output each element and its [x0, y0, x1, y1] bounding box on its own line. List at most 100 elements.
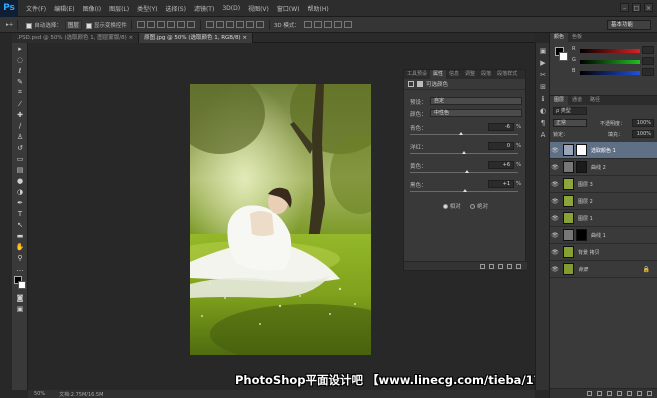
tab-swatches[interactable]: 色板	[568, 33, 586, 42]
move-tool-icon[interactable]: ▸	[12, 43, 28, 54]
yellow-slider-thumb[interactable]	[465, 170, 469, 173]
tab-tool-presets[interactable]: 工具预设	[404, 70, 430, 79]
layer-row[interactable]: 👁 图层 1	[550, 210, 657, 227]
path-select-tool-icon[interactable]: ↖	[12, 219, 28, 230]
quick-select-tool-icon[interactable]: ✎	[12, 76, 28, 87]
tab-psd[interactable]: .PSD.psd @ 50% (选取颜色 1, 图层蒙版/8) ×	[12, 33, 140, 43]
layer-row[interactable]: 👁 曲线 1	[550, 227, 657, 244]
tool-presets-icon[interactable]: ✂	[536, 69, 550, 81]
workspace-dropdown[interactable]: 基本功能	[607, 20, 651, 30]
eye-icon[interactable]: 👁	[550, 164, 560, 171]
menu-image[interactable]: 图像(I)	[79, 4, 105, 13]
align-vcenter-icon[interactable]	[146, 21, 155, 28]
tab-properties[interactable]: 属性	[430, 70, 447, 79]
cyan-slider-track[interactable]	[410, 134, 518, 135]
blue-slider[interactable]	[580, 71, 640, 75]
menu-edit[interactable]: 编辑(E)	[50, 4, 78, 13]
preset-dropdown[interactable]: 自定	[430, 97, 522, 105]
red-value-field[interactable]	[642, 46, 654, 54]
layer-row[interactable]: 👁 图层 2	[550, 193, 657, 210]
distribute-right-icon[interactable]	[255, 21, 264, 28]
adjustments-icon[interactable]: ◐	[536, 105, 550, 117]
magenta-slider-thumb[interactable]	[462, 151, 466, 154]
crop-tool-icon[interactable]: ⌗	[12, 87, 28, 98]
3d-rotate-icon[interactable]	[303, 21, 312, 28]
link-layers-icon[interactable]	[587, 391, 592, 396]
screen-mode-icon[interactable]: ▣	[12, 303, 28, 314]
eye-icon[interactable]: 👁	[550, 266, 560, 273]
eye-icon[interactable]: 👁	[550, 147, 560, 154]
zoom-level[interactable]: 50%	[34, 391, 45, 397]
auto-select-dropdown[interactable]: 图层	[64, 19, 82, 30]
edit-toolbar-icon[interactable]: …	[12, 263, 28, 274]
relative-radio[interactable]	[442, 204, 448, 209]
close-icon[interactable]: ×	[644, 3, 653, 12]
pen-tool-icon[interactable]: ✒	[12, 197, 28, 208]
marquee-tool-icon[interactable]: ◌	[12, 54, 28, 65]
view-previous-icon[interactable]	[489, 263, 494, 269]
eye-icon[interactable]: 👁	[550, 215, 560, 222]
delete-icon[interactable]	[516, 263, 521, 269]
maximize-icon[interactable]: □	[632, 3, 641, 12]
quick-mask-icon[interactable]: ◙	[12, 292, 28, 303]
eraser-tool-icon[interactable]: ▭	[12, 153, 28, 164]
yellow-value[interactable]: +6	[488, 161, 514, 169]
clip-to-layer-icon[interactable]	[480, 263, 485, 269]
3d-scale-icon[interactable]	[343, 21, 352, 28]
history-brush-tool-icon[interactable]: ↺	[12, 142, 28, 153]
menu-type[interactable]: 类型(Y)	[133, 4, 161, 13]
tab-paragraph-styles[interactable]: 段落样式	[494, 70, 520, 79]
move-tool-icon[interactable]: ▸+	[6, 22, 13, 28]
layer-mask-thumb[interactable]	[576, 161, 587, 173]
menu-window[interactable]: 窗口(W)	[273, 4, 304, 13]
layer-row[interactable]: 👁 背景 🔒	[550, 261, 657, 278]
lasso-tool-icon[interactable]: ℓ	[12, 65, 28, 76]
color-bg-swatch[interactable]	[559, 52, 568, 61]
mask-icon[interactable]	[417, 81, 423, 87]
delete-layer-icon[interactable]	[647, 391, 652, 396]
add-mask-icon[interactable]	[607, 391, 612, 396]
black-slider-thumb[interactable]	[463, 189, 467, 192]
auto-select-checkbox[interactable]	[26, 22, 33, 29]
menu-3d[interactable]: 3D(D)	[218, 5, 244, 12]
absolute-radio[interactable]	[470, 204, 476, 209]
align-top-icon[interactable]	[136, 21, 145, 28]
blur-tool-icon[interactable]: ●	[12, 175, 28, 186]
actions-icon[interactable]: ▶	[536, 57, 550, 69]
layer-style-icon[interactable]	[597, 391, 602, 396]
shape-tool-icon[interactable]: ▬	[12, 230, 28, 241]
red-slider[interactable]	[580, 49, 640, 53]
new-group-icon[interactable]	[627, 391, 632, 396]
layer-kind-filter[interactable]: ρ 类型	[553, 107, 587, 115]
black-value[interactable]: +1	[488, 180, 514, 188]
visibility-icon[interactable]	[507, 263, 512, 269]
3d-pan-icon[interactable]	[323, 21, 332, 28]
layer-row[interactable]: 👁 曲线 2	[550, 159, 657, 176]
document-image[interactable]	[190, 84, 371, 355]
tab-paths[interactable]: 路径	[586, 96, 604, 105]
new-layer-icon[interactable]	[637, 391, 642, 396]
brush-tool-icon[interactable]: ∕	[12, 120, 28, 131]
distribute-left-icon[interactable]	[235, 21, 244, 28]
info-icon[interactable]: ℹ	[536, 93, 550, 105]
distribute-hcenter-icon[interactable]	[245, 21, 254, 28]
align-right-icon[interactable]	[186, 21, 195, 28]
tab-paragraph[interactable]: 段落	[478, 70, 494, 79]
tab-original-jpg[interactable]: 原图.jpg @ 50% (选取颜色 1, RGB/8) ×	[139, 33, 253, 43]
fill-field[interactable]: 100%	[632, 130, 654, 138]
blend-mode-dropdown[interactable]: 正常	[553, 119, 587, 127]
colors-dropdown[interactable]: 中性色	[430, 109, 522, 117]
eyedropper-tool-icon[interactable]: ⁄	[12, 98, 28, 109]
menu-help[interactable]: 帮助(H)	[304, 4, 333, 13]
align-hcenter-icon[interactable]	[176, 21, 185, 28]
type-tool-icon[interactable]: T	[12, 208, 28, 219]
eye-icon[interactable]: 👁	[550, 232, 560, 239]
hand-tool-icon[interactable]: ✋	[12, 241, 28, 252]
minimize-icon[interactable]: –	[620, 3, 629, 12]
new-adjustment-icon[interactable]	[617, 391, 622, 396]
magenta-value[interactable]: 0	[488, 142, 514, 150]
menu-view[interactable]: 视图(V)	[244, 4, 273, 13]
eye-icon[interactable]: 👁	[550, 198, 560, 205]
distribute-vcenter-icon[interactable]	[215, 21, 224, 28]
reset-icon[interactable]	[498, 263, 503, 269]
